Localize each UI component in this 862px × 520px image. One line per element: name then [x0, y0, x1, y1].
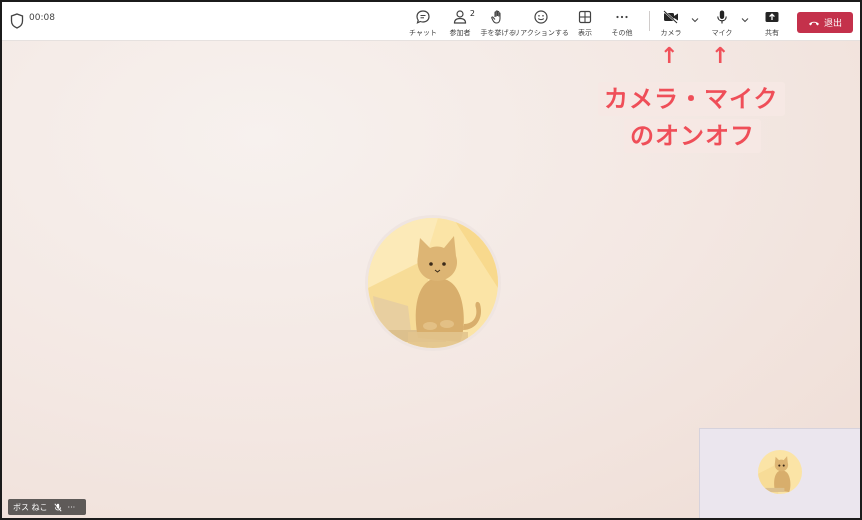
share-label: 共有 — [765, 29, 779, 37]
toolbar-divider — [649, 11, 650, 31]
call-timer: 00:08 — [29, 13, 55, 23]
annotation-line-1: カメラ・マイク — [598, 82, 785, 116]
chat-icon — [414, 8, 432, 26]
camera-annotation-arrow: ↑ — [660, 44, 679, 69]
view-button[interactable]: 表示 — [572, 2, 598, 40]
share-button[interactable]: 共有 — [759, 2, 785, 40]
camera-off-icon — [662, 8, 680, 26]
participants-button[interactable]: 2 参加者 — [446, 2, 476, 40]
more-button[interactable]: その他 — [607, 2, 637, 40]
raise-hand-label: 手を挙げる — [480, 29, 516, 37]
participant-avatar — [368, 218, 498, 348]
more-label: その他 — [611, 29, 633, 37]
hang-up-icon — [808, 21, 819, 25]
smiley-icon — [532, 8, 550, 26]
participants-icon: 2 — [449, 8, 475, 26]
chat-button[interactable]: チャット — [407, 2, 439, 40]
microphone-icon — [713, 8, 731, 26]
grid-icon — [576, 8, 594, 26]
participant-name-tag: ボス ねこ ··· — [8, 499, 87, 515]
reactions-button[interactable]: リアクションする — [513, 2, 569, 40]
self-view-tile[interactable] — [699, 428, 860, 518]
camera-label: カメラ — [660, 29, 682, 37]
cat-illustration — [368, 218, 498, 348]
camera-button[interactable]: カメラ — [657, 2, 685, 40]
mic-button[interactable]: マイク — [708, 2, 736, 40]
leave-button[interactable]: 退出 — [797, 12, 853, 33]
call-toolbar: 00:08 チャット 2 参加者 手を挙げる リアクションする 表示 その他 カ… — [2, 2, 860, 41]
participant-more-button[interactable]: ··· — [68, 503, 76, 512]
reactions-label: リアクションする — [513, 29, 569, 37]
chat-label: チャット — [409, 29, 437, 37]
raise-hand-button[interactable]: 手を挙げる — [480, 2, 516, 40]
leave-label: 退出 — [823, 19, 842, 29]
participants-label: 参加者 — [449, 29, 471, 37]
mic-annotation-arrow: ↑ — [711, 44, 730, 69]
cat-illustration-small — [758, 450, 802, 494]
shield-icon — [10, 13, 24, 29]
more-icon — [613, 8, 631, 26]
share-icon — [763, 8, 781, 26]
meeting-window: 00:08 チャット 2 参加者 手を挙げる リアクションする 表示 その他 カ… — [0, 0, 862, 520]
participant-name: ボス ねこ — [13, 502, 48, 512]
participants-count: 2 — [469, 9, 475, 18]
mic-chevron-down-icon[interactable] — [741, 17, 749, 23]
view-label: 表示 — [578, 29, 592, 37]
annotation-line-2: のオンオフ — [624, 119, 761, 153]
hand-icon — [489, 8, 507, 26]
mic-label: マイク — [711, 29, 733, 37]
self-avatar — [758, 450, 802, 494]
mic-muted-icon — [54, 503, 62, 511]
camera-chevron-down-icon[interactable] — [691, 17, 699, 23]
